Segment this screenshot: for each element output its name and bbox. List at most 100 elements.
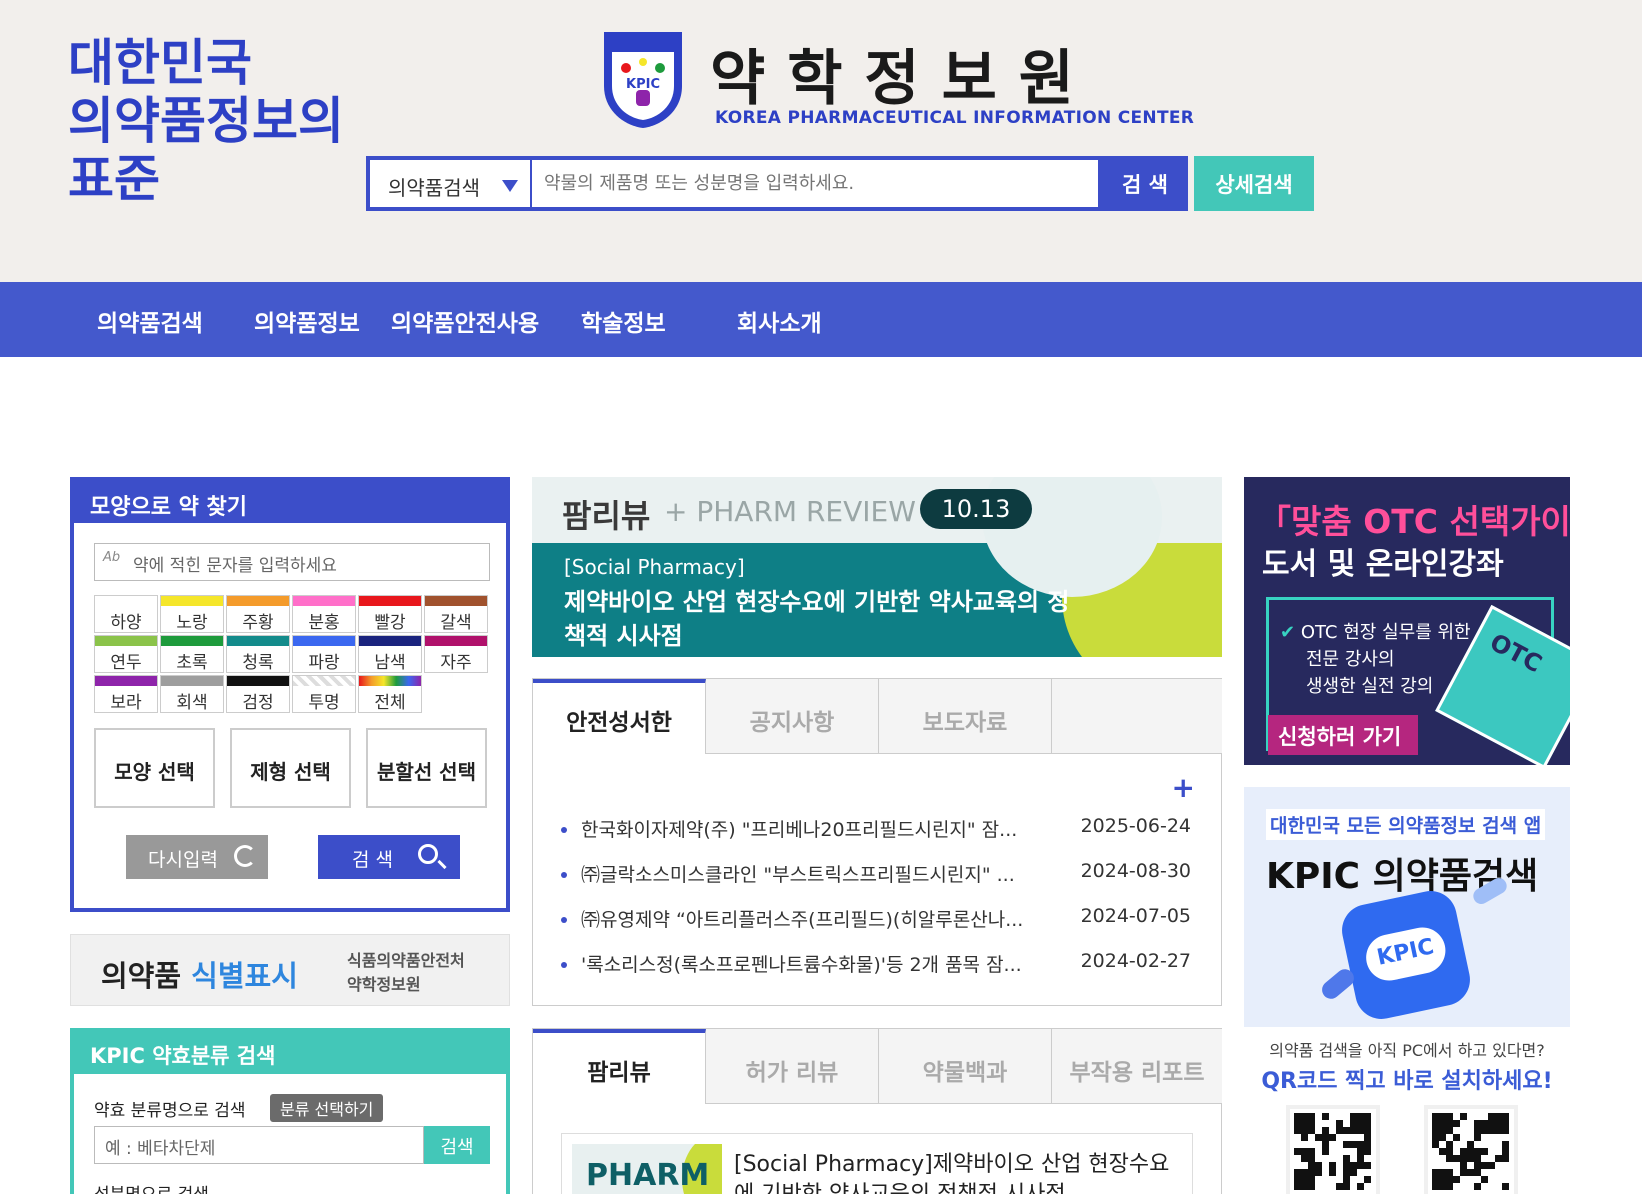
qr-cell — [1432, 1113, 1439, 1120]
qr-cell — [1301, 1183, 1308, 1190]
qr-cell — [1294, 1120, 1301, 1127]
tab-approval-review[interactable]: 허가 리뷰 — [706, 1029, 879, 1104]
search-input[interactable] — [532, 156, 1102, 211]
class-search-button[interactable]: 검색 — [424, 1126, 490, 1164]
qr-cell — [1315, 1134, 1322, 1141]
qr-cell — [1453, 1155, 1460, 1162]
qr-cell — [1294, 1113, 1301, 1120]
tab-pharm-review[interactable]: 팜리뷰 — [533, 1029, 706, 1104]
qr-code-icon[interactable] — [1286, 1105, 1380, 1194]
id-banner-org: 식품의약품안전처 — [347, 951, 465, 970]
qr-cell — [1432, 1176, 1439, 1183]
pharm-review-banner[interactable]: 팜리뷰 + PHARM REVIEW 10.13 [Social Pharmac… — [532, 477, 1222, 657]
color-option[interactable]: 주황 — [226, 595, 290, 633]
qr-cell — [1357, 1155, 1364, 1162]
qr-cell — [1364, 1176, 1371, 1183]
notice-date: 2024-02-27 — [1080, 950, 1191, 972]
check-icon: ✔ — [1280, 622, 1296, 643]
qr-cell — [1357, 1148, 1364, 1155]
qr-cell — [1301, 1113, 1308, 1120]
color-option[interactable]: 보라 — [94, 675, 158, 713]
identification-banner[interactable]: 의약품 식별표시 식품의약품안전처 약학정보원 — [70, 934, 510, 1006]
qr-cell — [1432, 1127, 1439, 1134]
notice-date: 2024-08-30 — [1080, 860, 1191, 882]
nav-item-drug-search[interactable]: 의약품검색 — [97, 304, 203, 338]
mark-text-input[interactable]: Ab 약에 적힌 문자를 입력하세요 — [94, 543, 490, 581]
caret-down-icon — [502, 180, 518, 192]
list-item[interactable]: ㈜글락소스미스클라인 "부스트릭스프리필드시린지" ... 2024-08-30 — [561, 860, 1191, 890]
qr-cell — [1502, 1120, 1509, 1127]
qr-cell — [1322, 1134, 1329, 1141]
reset-button[interactable]: 다시입력 — [126, 835, 268, 879]
list-item[interactable]: ㈜유영제약 “아트리플러스주(프리필드)(히알루론산나... 2024-07-0… — [561, 905, 1191, 935]
color-option[interactable]: 분홍 — [292, 595, 356, 633]
color-option[interactable]: 청록 — [226, 635, 290, 673]
site-logo[interactable]: KPIC 약학정보원 KOREA PHARMACEUTICAL INFORMAT… — [600, 28, 1194, 132]
app-icon-text: KPIC — [1361, 923, 1450, 985]
qr-cell — [1364, 1120, 1371, 1127]
qr-cell — [1495, 1155, 1502, 1162]
class-select-button[interactable]: 분류 선택하기 — [270, 1094, 384, 1122]
form-select-button[interactable]: 제형 선택 — [230, 728, 351, 808]
qr-cell — [1343, 1176, 1350, 1183]
list-item[interactable]: 한국화이자제약(주) "프리베나20프리필드시린지" 잠... 2025-06-… — [561, 815, 1191, 845]
more-plus-icon[interactable]: + — [1172, 771, 1195, 804]
notice-title: '록소리스정(록소프로펜나트륨수화물)'등 2개 품목 잠... — [581, 954, 1022, 976]
advanced-search-button[interactable]: 상세검색 — [1194, 156, 1314, 211]
color-option[interactable]: 자주 — [424, 635, 488, 673]
otc-guide-banner[interactable]: 「맞춤 OTC 선택가이드」 도서 및 온라인강좌 ✔ OTC 현장 실무를 위… — [1244, 477, 1570, 765]
list-item[interactable]: '록소리스정(록소프로펜나트륨수화물)'등 2개 품목 잠... 2024-02… — [561, 950, 1191, 980]
tab-safety-letter[interactable]: 안전성서한 — [533, 679, 706, 754]
otc-apply-button[interactable]: 신청하러 가기 — [1268, 715, 1418, 755]
shape-search-button[interactable]: 검 색 — [318, 835, 460, 879]
nav-item-drug-info[interactable]: 의약품정보 — [254, 304, 360, 338]
qr-cell — [1343, 1141, 1350, 1148]
color-option[interactable]: 회색 — [160, 675, 224, 713]
color-swatch — [95, 676, 157, 686]
logo-title: 약학정보원 — [710, 44, 1096, 114]
class-search-input[interactable]: 예 : 베타차단제 — [94, 1126, 424, 1164]
qr-cell — [1488, 1162, 1495, 1169]
color-option[interactable]: 투명 — [292, 675, 356, 713]
qr-cell — [1364, 1148, 1371, 1155]
nav-item-academic[interactable]: 학술정보 — [581, 304, 666, 338]
ingredient-search-label: 성분명으로 검색 — [94, 1180, 209, 1194]
search-type-value: 의약품검색 — [388, 176, 480, 200]
search-button[interactable]: 검 색 — [1102, 156, 1188, 211]
qr-cell — [1364, 1127, 1371, 1134]
qr-cell — [1322, 1148, 1329, 1155]
color-option[interactable]: 하양 — [94, 595, 158, 633]
nav-item-safe-use[interactable]: 의약품안전사용 — [391, 304, 539, 338]
qr-cell — [1364, 1141, 1371, 1148]
qr-code-icon[interactable] — [1424, 1105, 1518, 1194]
qr-cell — [1301, 1120, 1308, 1127]
notice-tabs-panel: 안전성서한 공지사항 보도자료 + 한국화이자제약(주) "프리베나20프리필드… — [532, 678, 1222, 1006]
reset-label: 다시입력 — [148, 849, 218, 871]
tab-drug-encyclopedia[interactable]: 약물백과 — [879, 1029, 1052, 1104]
qr-cell — [1308, 1127, 1315, 1134]
app-download-banner[interactable]: 대한민국 모든 의약품정보 검색 앱 KPIC 의약품검색 KPIC 의약품 검… — [1244, 787, 1570, 1194]
review-title: [Social Pharmacy]제약바이오 산업 현장수요에 기반한 약사교육… — [734, 1152, 1170, 1194]
color-option[interactable]: 갈색 — [424, 595, 488, 633]
qr-cell — [1432, 1183, 1439, 1190]
color-option[interactable]: 연두 — [94, 635, 158, 673]
color-swatch — [227, 676, 289, 686]
tab-adverse-report[interactable]: 부작용 리포트 — [1052, 1029, 1222, 1104]
qr-cell — [1460, 1148, 1467, 1155]
color-option[interactable]: 전체 — [358, 675, 422, 713]
shape-select-button[interactable]: 모양 선택 — [94, 728, 215, 808]
bullet-icon — [561, 827, 567, 833]
shape-search-title: 모양으로 약 찾기 — [74, 481, 506, 523]
nav-item-company[interactable]: 회사소개 — [737, 304, 822, 338]
review-list-item[interactable]: PHARM [Social Pharmacy]제약바이오 산업 현장수요에 기반… — [561, 1133, 1193, 1194]
search-type-select[interactable]: 의약품검색 — [366, 156, 532, 211]
tab-press[interactable]: 보도자료 — [879, 679, 1052, 754]
scoreline-select-button[interactable]: 분할선 선택 — [366, 728, 487, 808]
color-option[interactable]: 빨강 — [358, 595, 422, 633]
color-option[interactable]: 검정 — [226, 675, 290, 713]
color-option[interactable]: 파랑 — [292, 635, 356, 673]
color-option[interactable]: 노랑 — [160, 595, 224, 633]
color-option[interactable]: 남색 — [358, 635, 422, 673]
tab-notice[interactable]: 공지사항 — [706, 679, 879, 754]
color-option[interactable]: 초록 — [160, 635, 224, 673]
